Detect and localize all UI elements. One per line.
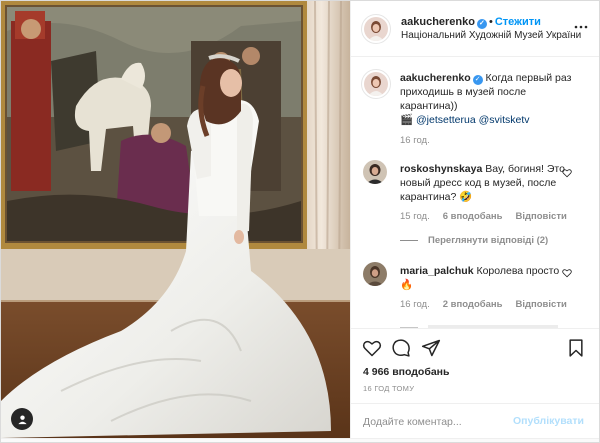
comment-heart-icon[interactable] xyxy=(562,168,572,178)
avatar-image xyxy=(363,160,387,184)
comment-bubble-icon[interactable] xyxy=(391,338,411,358)
avatar-image xyxy=(364,17,388,41)
more-options-icon[interactable] xyxy=(573,19,589,35)
publish-button[interactable]: Опублікувати xyxy=(513,415,584,427)
reply-button[interactable]: Відповісти xyxy=(515,299,566,310)
page-bottom-strip xyxy=(0,438,600,443)
comment-username[interactable]: roskoshynskaya xyxy=(400,163,482,175)
follow-button[interactable]: Стежити xyxy=(495,16,541,28)
instagram-post-modal: aakucherenko ✓ • Стежити Національний Худож… xyxy=(0,0,600,443)
view-replies-button[interactable]: Переглянути відповіді (2) xyxy=(400,235,548,246)
commenter-avatar[interactable] xyxy=(363,160,387,184)
reply-button[interactable]: Відповісти xyxy=(515,211,566,222)
caption-username[interactable]: aakucherenko xyxy=(400,72,471,84)
separator-dot: • xyxy=(488,16,493,28)
user-tag-button[interactable] xyxy=(11,408,33,430)
avatar-image xyxy=(363,262,387,286)
photo-scene xyxy=(1,1,350,438)
add-comment-bar: Опублікувати xyxy=(351,403,600,438)
comment: maria_palchuk Королева просто 🔥 xyxy=(400,264,572,292)
post-author: aakucherenko ✓ • Стежити xyxy=(401,16,541,29)
likes-count[interactable]: 4 966 вподобань xyxy=(363,366,449,378)
post-side-panel: aakucherenko ✓ • Стежити Національний Худож… xyxy=(350,1,600,438)
caption: aakucherenko ✓ Когда первый раз приходишь… xyxy=(400,71,580,127)
comment-likes[interactable]: 2 вподобань xyxy=(443,299,503,310)
post-time[interactable]: 16 ГОД ТОМУ xyxy=(363,384,414,393)
comment-heart-icon[interactable] xyxy=(562,268,572,278)
post-location[interactable]: Національний Художній Музей України xyxy=(401,30,581,41)
comments-section: aakucherenko ✓ Когда первый раз приходишь… xyxy=(351,58,600,328)
post-actions: 4 966 вподобань 16 ГОД ТОМУ xyxy=(351,328,600,403)
avatar-image xyxy=(364,72,388,96)
bookmark-icon[interactable] xyxy=(566,338,586,358)
caption-mentions[interactable]: @jetsetterua @svitsketv xyxy=(416,114,530,126)
comment-meta: 16 год. 2 вподобань Відповісти xyxy=(400,299,580,310)
comment-likes[interactable]: 6 вподобань xyxy=(443,211,503,222)
user-tag-icon xyxy=(17,414,27,424)
comment-input[interactable] xyxy=(363,413,513,430)
post-header: aakucherenko ✓ • Стежити Національний Худож… xyxy=(351,1,600,57)
heart-icon[interactable] xyxy=(362,338,382,358)
author-username[interactable]: aakucherenko xyxy=(401,16,475,28)
caption-meta: 16 год. xyxy=(400,135,443,146)
comment: roskoshynskaya Вау, богиня! Это новый др… xyxy=(400,162,572,204)
caption-time[interactable]: 16 год. xyxy=(400,135,430,146)
verified-badge-icon: ✓ xyxy=(472,75,483,85)
clapperboard-icon: 🎬 xyxy=(400,114,414,126)
comment-meta: 15 год. 6 вподобань Відповісти xyxy=(400,211,580,222)
comment-username[interactable]: maria_palchuk xyxy=(400,265,474,277)
caption-avatar[interactable] xyxy=(364,72,388,96)
commenter-avatar[interactable] xyxy=(363,262,387,286)
comment-time[interactable]: 16 год. xyxy=(400,299,430,310)
avatar[interactable] xyxy=(364,17,388,41)
post-photo[interactable] xyxy=(1,1,350,438)
verified-badge-icon: ✓ xyxy=(476,19,487,29)
paper-plane-icon[interactable] xyxy=(421,338,441,358)
comment-time[interactable]: 15 год. xyxy=(400,211,430,222)
